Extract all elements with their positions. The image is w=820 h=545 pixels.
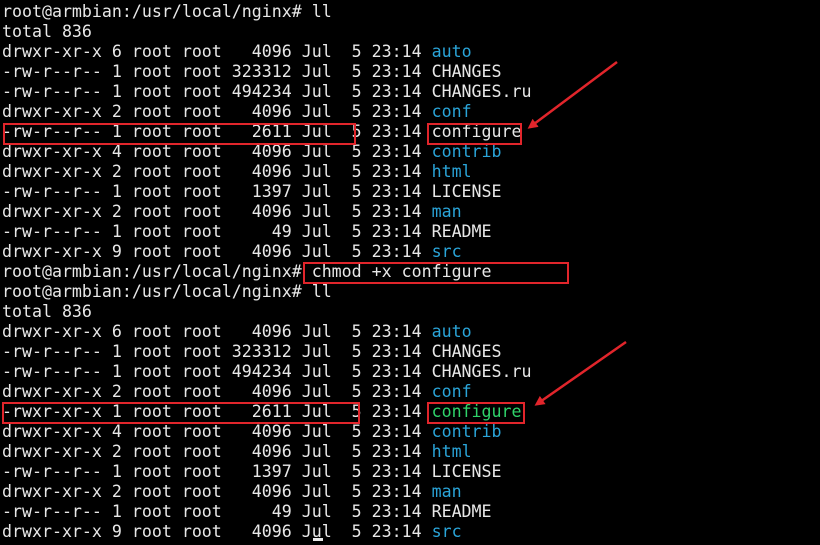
arrow-to-configure-before bbox=[527, 60, 618, 129]
text-cursor bbox=[313, 538, 323, 541]
annotation-arrows bbox=[527, 60, 627, 406]
arrow-to-configure-after bbox=[534, 340, 627, 406]
